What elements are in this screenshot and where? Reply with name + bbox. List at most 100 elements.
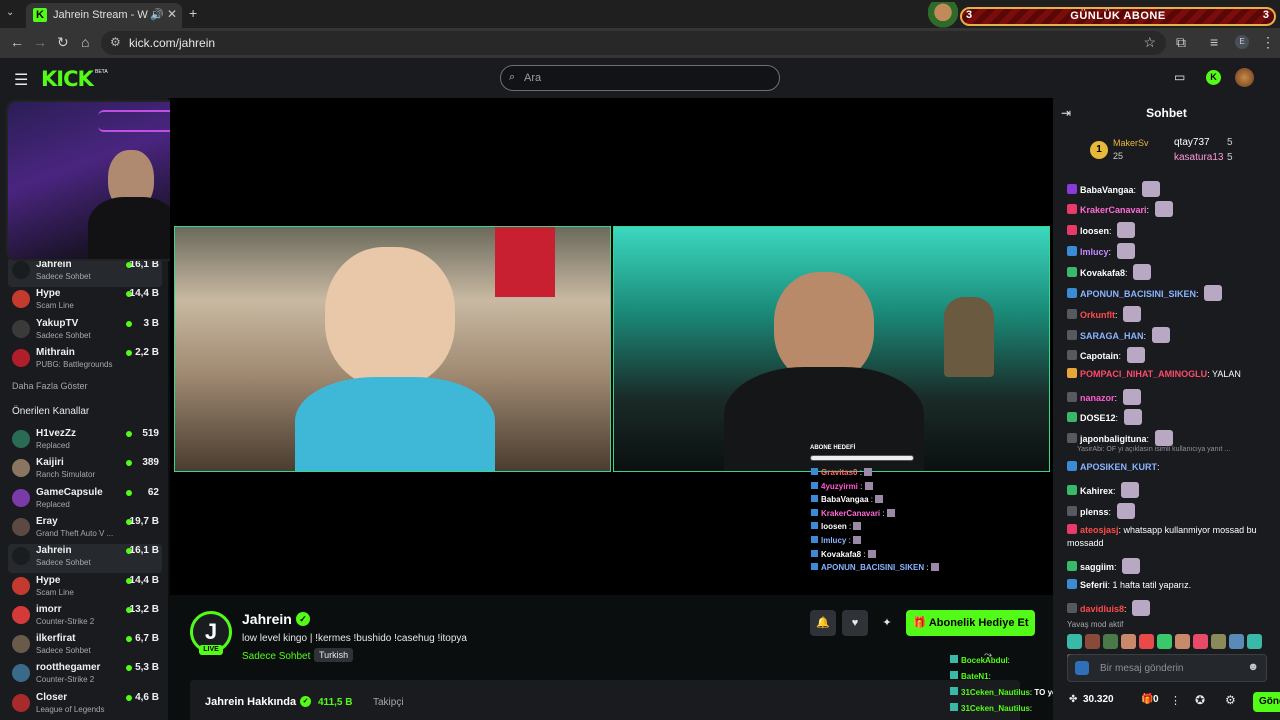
browser-tab[interactable]: K Jahrein Stream - Watch Live 🔊 ✕ <box>26 3 182 28</box>
chat-username[interactable]: POMPACI_NIHAT_AMINOGLU <box>1080 369 1207 379</box>
sidebar-channel-jahrein[interactable]: Jahrein Sadece Sohbet 16,1 B <box>8 544 162 574</box>
address-bar[interactable]: ⚙ kick.com/jahrein ☆ <box>101 31 1166 55</box>
kick-points-icon[interactable]: K <box>1206 70 1221 85</box>
chat-message: davidluis8: <box>1067 600 1275 616</box>
channel-category: Ranch Simulator <box>36 470 96 480</box>
chat-username[interactable]: japonbaligituna <box>1080 434 1147 444</box>
tab-search-icon[interactable]: ⌄ <box>6 7 14 18</box>
chat-username[interactable]: DOSE12 <box>1080 413 1116 423</box>
chat-username[interactable]: Seferii <box>1080 580 1108 590</box>
menu-icon[interactable]: ☰ <box>14 70 28 90</box>
sidebar-channel-jahrein[interactable]: Jahrein Sadece Sohbet 16,1 B <box>8 258 162 287</box>
chat-username[interactable]: SARAGA_HAN <box>1080 331 1144 341</box>
speaker-icon[interactable]: 🔊 <box>150 8 164 21</box>
extensions-icon[interactable]: ⧉ <box>1176 34 1186 51</box>
sparkle-button[interactable]: ✦ <box>874 610 900 636</box>
chat-message-input[interactable]: Bir mesaj gönderin ☻ <box>1067 654 1267 682</box>
sidebar-channel-gamecapsule[interactable]: GameCapsule Replaced 62 <box>8 486 162 515</box>
sidebar-channel-mithrain[interactable]: Mithrain PUBG: Battlegrounds 2,2 B <box>8 346 162 375</box>
inbox-icon[interactable]: ▭ <box>1174 70 1185 84</box>
channel-name[interactable]: Jahrein <box>242 611 292 627</box>
more-options-icon[interactable]: ⋮ <box>1170 694 1181 707</box>
notification-bell-button[interactable]: 🔔 <box>810 610 836 636</box>
media-control-icon[interactable]: ≡ <box>1210 34 1218 50</box>
emote-icon[interactable] <box>1193 634 1208 649</box>
chat-message: Kahirex: <box>1067 482 1275 498</box>
emoji-icon[interactable]: ☻ <box>1247 661 1259 673</box>
chat-badge-icon <box>1067 246 1077 256</box>
chat-username[interactable]: loosen <box>1080 226 1109 236</box>
gift-subscription-button[interactable]: 🎁 Abonelik Hediye Et <box>906 610 1035 636</box>
close-tab-icon[interactable]: ✕ <box>167 7 177 21</box>
points-value[interactable]: 30.320 <box>1083 694 1114 705</box>
chat-identity-icon[interactable] <box>1075 661 1089 675</box>
home-icon[interactable]: ⌂ <box>81 34 89 50</box>
bookmark-star-icon[interactable]: ☆ <box>1143 34 1156 51</box>
emote-icon[interactable] <box>1247 634 1262 649</box>
browser-menu-icon[interactable]: ⋮ <box>1261 34 1275 51</box>
chat-username[interactable]: lmlucy <box>1080 247 1109 257</box>
emote-icon[interactable] <box>1139 634 1154 649</box>
user-avatar[interactable] <box>1235 68 1254 87</box>
show-more-link[interactable]: Daha Fazla Göster <box>12 381 88 391</box>
emote-icon[interactable] <box>1211 634 1226 649</box>
emote-icon[interactable] <box>1103 634 1118 649</box>
emote-icon[interactable] <box>1121 634 1136 649</box>
chat-username[interactable]: ateosjasj <box>1080 525 1119 535</box>
follow-heart-button[interactable]: ♥ <box>842 610 868 636</box>
predictions-icon[interactable]: ✪ <box>1195 693 1205 707</box>
new-tab-button[interactable]: + <box>189 5 197 21</box>
sidebar-channel-kaijiri[interactable]: Kaijiri Ranch Simulator 389 <box>8 456 162 485</box>
leader-1-count: 25 <box>1113 151 1124 161</box>
chat-username[interactable]: Orkunflt <box>1080 310 1115 320</box>
emote-icon[interactable] <box>1229 634 1244 649</box>
send-button[interactable]: Gönder <box>1253 692 1280 712</box>
channel-avatar <box>12 290 30 309</box>
site-info-icon[interactable]: ⚙ <box>110 35 121 49</box>
chat-settings-icon[interactable]: ⚙ <box>1225 693 1236 707</box>
chat-username[interactable]: saggiim <box>1080 562 1114 572</box>
sidebar-channel-yakuptv[interactable]: YakupTV Sadece Sohbet 3 B <box>8 317 162 346</box>
chat-username[interactable]: nanazor <box>1080 393 1115 403</box>
sidebar-channel-rootthegamer[interactable]: rootthegamer Counter-Strike 2 5,3 B <box>8 661 162 690</box>
emote-icon[interactable] <box>1157 634 1172 649</box>
sidebar-channel-hype[interactable]: Hype Scam Line 14,4 B <box>8 574 162 603</box>
chat-username[interactable]: BabaVangaa <box>1080 185 1134 195</box>
emote-icon[interactable] <box>1175 634 1190 649</box>
chat-username[interactable]: APOSIKEN_KURT <box>1080 462 1157 472</box>
chat-username[interactable]: Capotain <box>1080 351 1119 361</box>
chat-username[interactable]: plenss <box>1080 507 1109 517</box>
sidebar-channel-closer[interactable]: Closer League of Legends 4,6 B <box>8 691 162 720</box>
stream-category[interactable]: Sadece Sohbet <box>242 651 310 662</box>
overlay-chat-line: BabaVangaa : <box>811 495 1011 509</box>
search-input[interactable]: ⌕ Ara <box>500 65 780 91</box>
emote-icon[interactable] <box>1085 634 1100 649</box>
reload-icon[interactable]: ↻ <box>57 34 69 51</box>
chat-username[interactable]: KrakerCanavari <box>1080 205 1147 215</box>
forward-icon[interactable]: → <box>33 34 47 50</box>
channel-info: J LIVE Jahrein ✓ low level kingo | !kerm… <box>168 595 1053 720</box>
sidebar-channel-hype[interactable]: Hype Scam Line 14,4 B <box>8 287 162 316</box>
back-icon[interactable]: ← <box>10 34 24 50</box>
channel-avatar <box>12 319 30 338</box>
chat-username[interactable]: APONUN_BACISINI_SIKEN <box>1080 289 1196 299</box>
sidebar-channel-eray[interactable]: Eray Grand Theft Auto V ... 19,7 B <box>8 515 162 544</box>
emote-icon <box>1141 181 1160 197</box>
sidebar-channel-h1vezzz[interactable]: H1vezZz Replaced 519 <box>8 427 162 456</box>
emote-icon[interactable] <box>1067 634 1082 649</box>
chat-username[interactable]: Kovakafa8 <box>1080 268 1125 278</box>
profile-icon[interactable]: E <box>1235 35 1249 49</box>
chat-badge-icon <box>811 549 818 557</box>
sidebar-channel-ilkerfirat[interactable]: ilkerfirat Sadece Sohbet 6,7 B <box>8 632 162 661</box>
chat-username[interactable]: Kahirex <box>1080 486 1113 496</box>
chat-badge-icon <box>1067 184 1077 194</box>
language-tag[interactable]: Turkish <box>314 648 354 662</box>
kick-logo[interactable]: KICK <box>41 67 94 91</box>
recommended-title: Önerilen Kanallar <box>12 406 90 417</box>
emote-icon <box>1116 243 1135 259</box>
video-player[interactable]: ABONE HEDEFİ Gravitas0 : 4yuzyirmi : Bab… <box>170 98 1053 595</box>
gift-count[interactable]: 0 <box>1153 694 1159 705</box>
chat-username[interactable]: davidluis8 <box>1080 604 1124 614</box>
sidebar-channel-imorr[interactable]: imorr Counter-Strike 2 13,2 B <box>8 603 162 632</box>
streamer-body <box>88 197 178 259</box>
